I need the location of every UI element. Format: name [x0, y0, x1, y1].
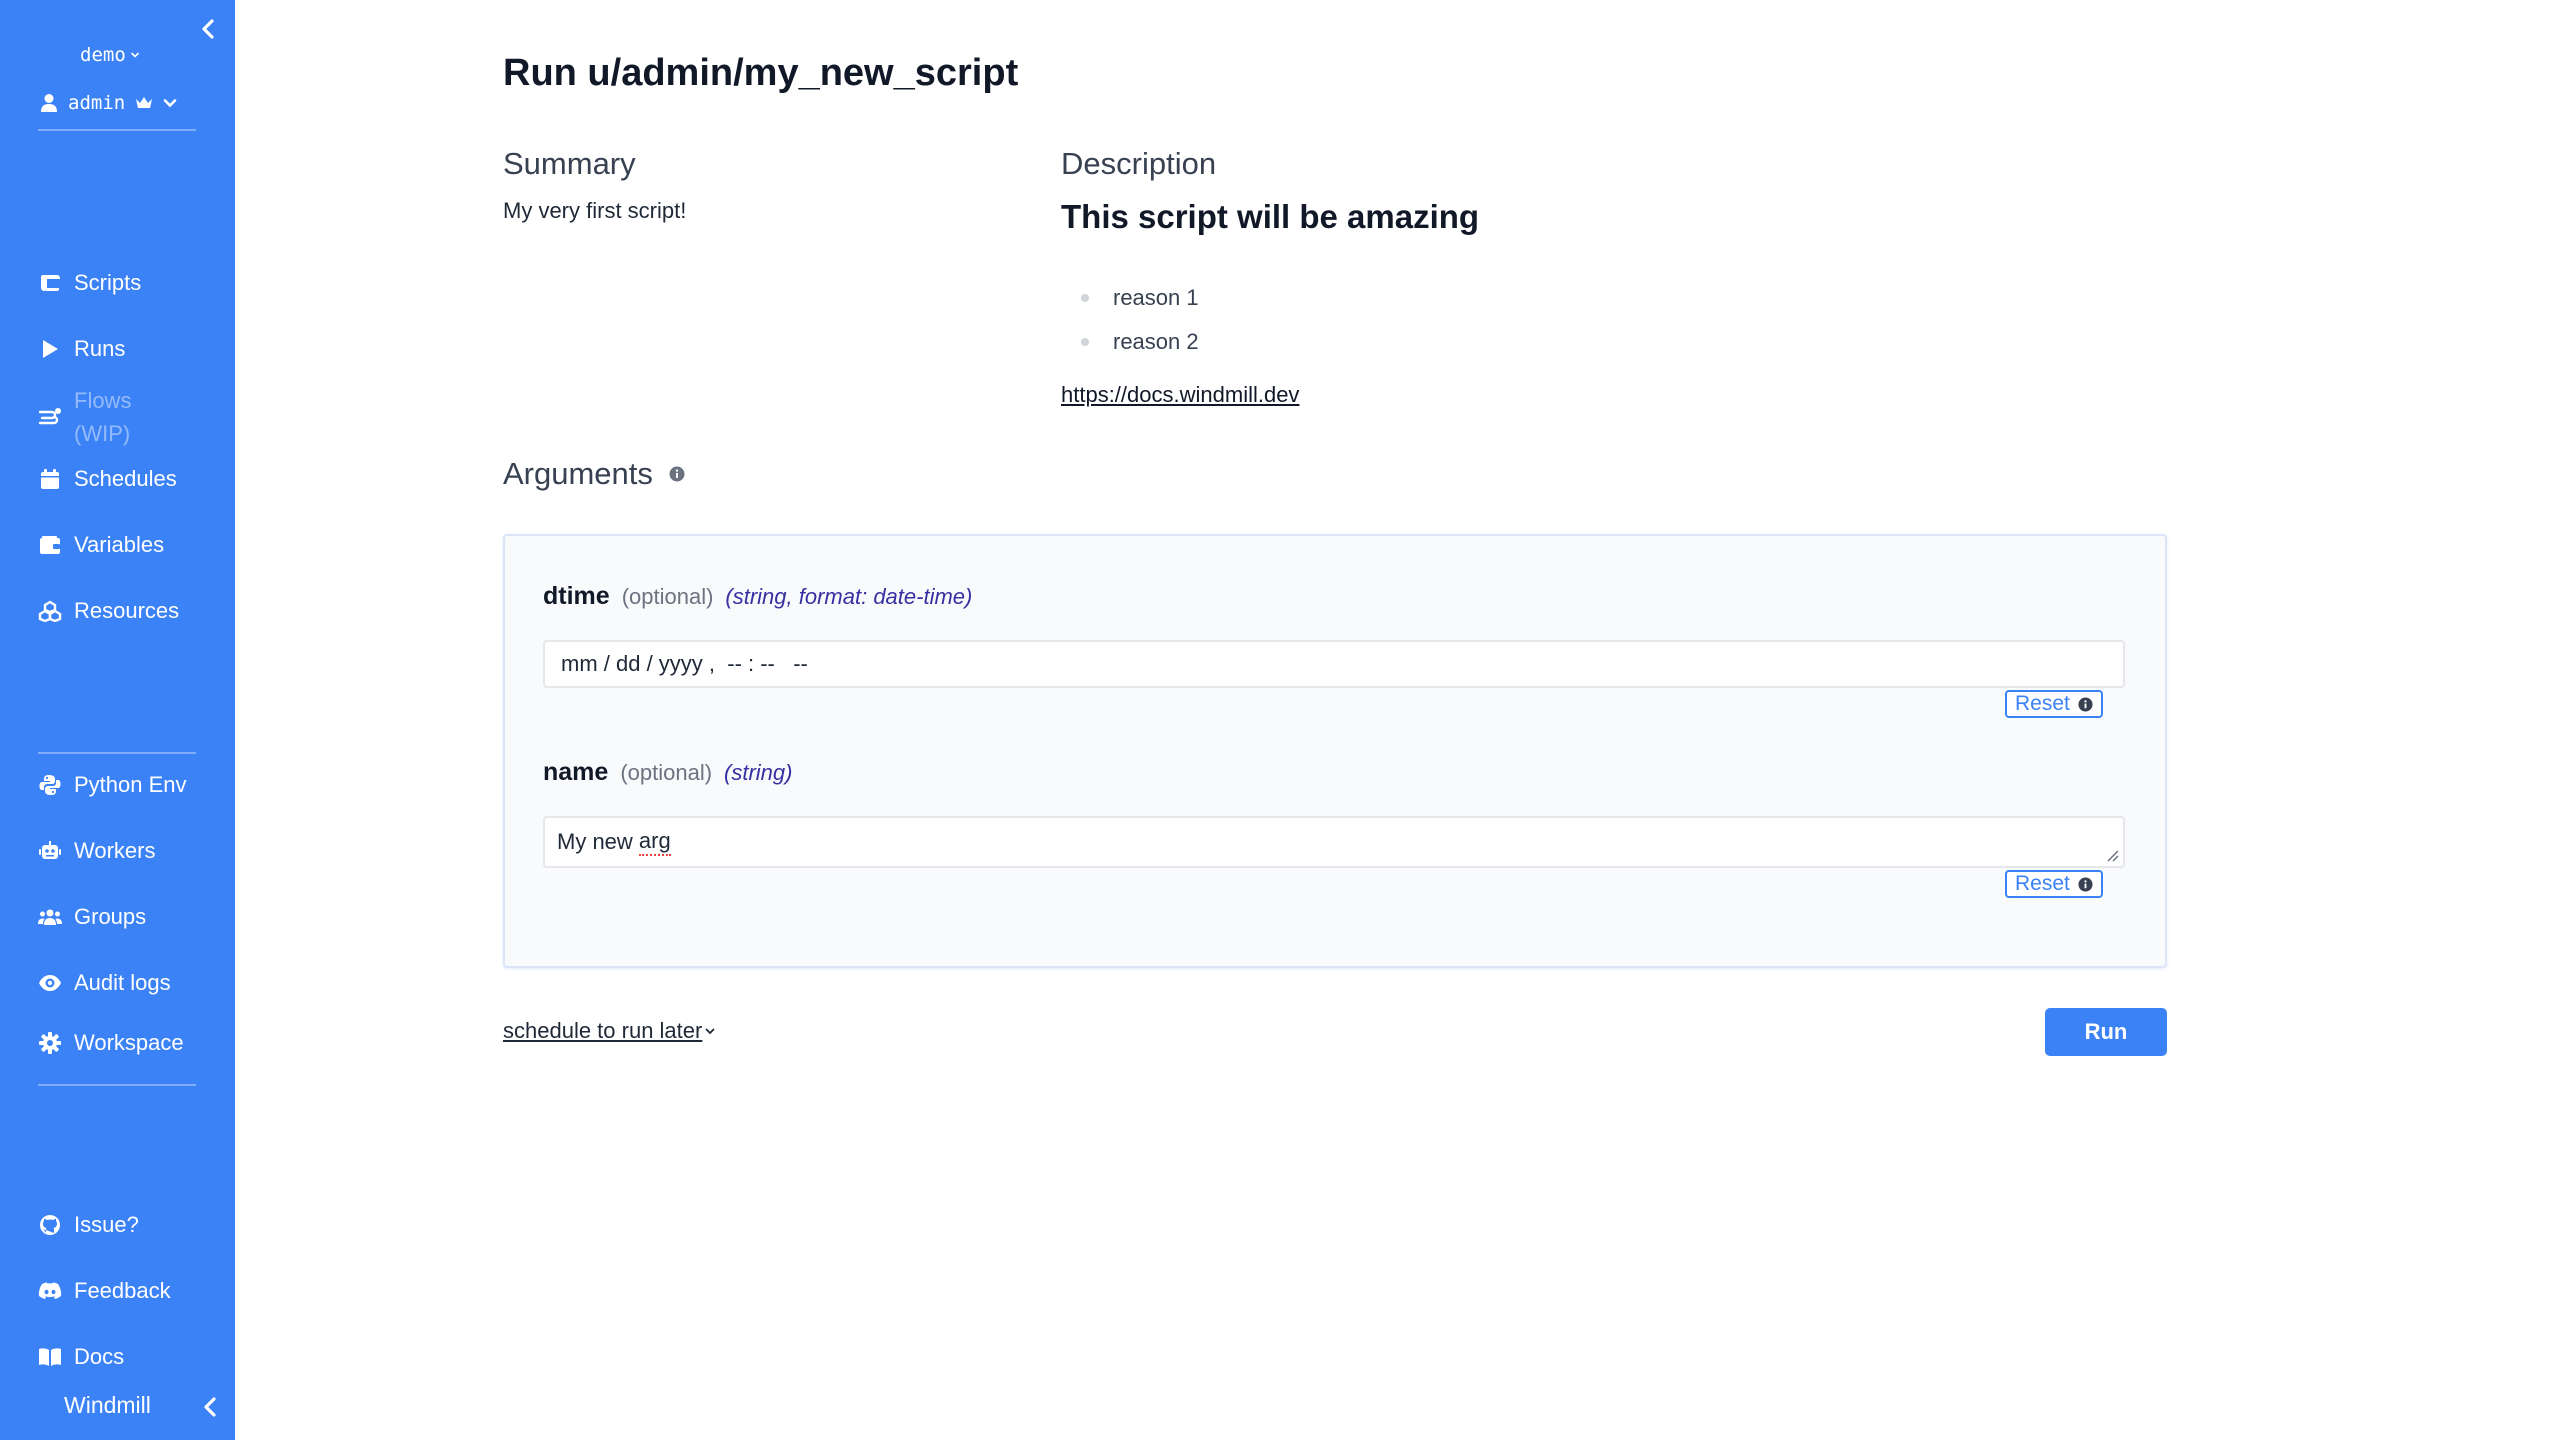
sidebar-item-label: Workers	[74, 838, 156, 863]
gear-icon	[38, 1031, 62, 1055]
info-icon[interactable]	[669, 466, 685, 482]
sidebar-item-label: Issue?	[74, 1212, 139, 1237]
schedule-to-run-later-link[interactable]: schedule to run later	[503, 1018, 716, 1044]
arguments-heading: Arguments	[503, 456, 653, 491]
flows-icon	[38, 405, 62, 429]
sidebar-item-label: Docs	[74, 1344, 125, 1369]
arg-type: (string)	[724, 760, 793, 785]
eye-icon	[38, 971, 62, 995]
sidebar-item-scripts[interactable]: Scripts	[38, 266, 141, 300]
sidebar-item-schedules[interactable]: Schedules	[38, 462, 177, 496]
wip-label: (WIP)	[74, 421, 131, 446]
bullet-icon	[1081, 338, 1089, 346]
sidebar-item-label: Audit logs	[74, 970, 171, 995]
chevron-left-icon	[202, 19, 214, 39]
reset-name-button[interactable]: Reset	[2005, 870, 2103, 898]
sidebar-item-label: Schedules	[74, 466, 177, 491]
description-list: reason 1 reason 2	[1081, 276, 1199, 364]
workspace-selector[interactable]: demo	[80, 44, 140, 66]
sidebar-item-label: Workspace	[74, 1030, 184, 1055]
info-icon	[2078, 876, 2093, 892]
sidebar-item-docs[interactable]: Docs	[38, 1340, 124, 1374]
input-value-misspelled: arg	[638, 828, 671, 856]
sidebar-item-label: Resources	[74, 598, 180, 623]
user-icon	[41, 94, 57, 112]
collapse-sidebar-button[interactable]	[196, 16, 220, 42]
sidebar-item-resources[interactable]: Resources	[38, 594, 179, 628]
sidebar-item-python-env[interactable]: Python Env	[38, 768, 187, 802]
python-icon	[38, 773, 62, 797]
app-root: demo admin Scripts Runs Flows (WIP) Sche…	[0, 0, 2560, 1440]
arg-label-name: name (optional) (string)	[543, 758, 792, 787]
reset-dtime-button[interactable]: Reset	[2005, 690, 2103, 718]
sidebar-item-workers[interactable]: Workers	[38, 834, 156, 868]
arg-optional: (optional)	[621, 584, 714, 609]
arg-optional: (optional)	[620, 760, 713, 785]
chevron-down-icon	[130, 52, 139, 58]
play-icon	[38, 337, 62, 361]
sidebar-item-workspace[interactable]: Workspace	[38, 1026, 184, 1060]
sidebar-item-label: Feedback	[74, 1278, 171, 1303]
calendar-icon	[38, 467, 62, 491]
workspace-name: demo	[80, 44, 126, 66]
book-icon	[38, 1345, 62, 1369]
github-icon	[38, 1213, 62, 1237]
sidebar-item-label: Variables	[74, 532, 165, 557]
user-name: admin	[68, 92, 126, 114]
sidebar-item-audit-logs[interactable]: Audit logs	[38, 966, 171, 1000]
arg-name: name	[543, 758, 609, 786]
robot-icon	[38, 839, 62, 863]
scripts-icon	[38, 271, 62, 295]
brand-name: Windmill	[64, 1392, 151, 1418]
sidebar-item-label: Groups	[74, 904, 147, 929]
sidebar-item-feedback[interactable]: Feedback	[38, 1274, 171, 1308]
arg-type: (string, format: date-time)	[725, 584, 973, 609]
discord-icon	[38, 1279, 62, 1303]
arg-name: dtime	[543, 582, 610, 610]
description-heading: Description	[1061, 146, 1217, 181]
sidebar-item-label: Runs	[74, 336, 126, 361]
bullet-icon	[1081, 294, 1089, 302]
main-content: Run u/admin/my_new_script Summary My ver…	[235, 0, 2560, 1440]
summary-text: My very first script!	[503, 198, 687, 223]
chevron-down-icon	[163, 99, 177, 108]
run-button[interactable]: Run	[2045, 1008, 2167, 1056]
summary-heading: Summary	[503, 146, 636, 181]
list-item: reason 2	[1081, 320, 1199, 364]
sidebar-item-issue[interactable]: Issue?	[38, 1208, 139, 1242]
datetime-placeholder: mm / dd / yyyy , -- : -- --	[561, 651, 808, 676]
sidebar-item-label: Python Env	[74, 772, 187, 797]
sidebar-item-variables[interactable]: Variables	[38, 528, 164, 562]
list-item: reason 1	[1081, 276, 1199, 320]
collapse-sidebar-bottom-button[interactable]	[198, 1394, 222, 1420]
sidebar-item-groups[interactable]: Groups	[38, 900, 146, 934]
users-icon	[38, 905, 62, 929]
user-menu[interactable]: admin	[40, 88, 177, 118]
sidebar: demo admin Scripts Runs Flows (WIP) Sche…	[0, 0, 235, 1440]
input-value: My new	[557, 829, 639, 854]
docs-link[interactable]: https://docs.windmill.dev	[1061, 382, 1299, 408]
resize-handle-icon[interactable]	[2105, 848, 2119, 862]
sidebar-item-runs[interactable]: Runs	[38, 332, 125, 366]
page-title: Run u/admin/my_new_script	[503, 52, 1019, 94]
divider	[38, 752, 196, 754]
description-title: This script will be amazing	[1061, 198, 1480, 235]
arguments-panel: dtime (optional) (string, format: date-t…	[503, 534, 2167, 968]
divider	[38, 1084, 196, 1086]
dtime-datetime-input[interactable]: mm / dd / yyyy , -- : -- --	[543, 640, 2125, 688]
info-icon	[2078, 696, 2093, 712]
sidebar-item-label: Scripts	[74, 270, 142, 295]
cubes-icon	[38, 599, 62, 623]
chevron-left-icon	[204, 1397, 216, 1417]
sidebar-item-label: Flows	[74, 388, 132, 413]
crown-icon	[136, 97, 153, 108]
divider	[38, 129, 196, 131]
chevron-down-icon	[705, 1028, 715, 1035]
wallet-icon	[38, 533, 62, 557]
sidebar-item-flows: Flows (WIP)	[38, 384, 131, 450]
arg-label-dtime: dtime (optional) (string, format: date-t…	[543, 582, 972, 611]
name-textarea[interactable]: My new arg	[543, 816, 2125, 868]
arguments-heading-row: Arguments	[503, 456, 685, 492]
